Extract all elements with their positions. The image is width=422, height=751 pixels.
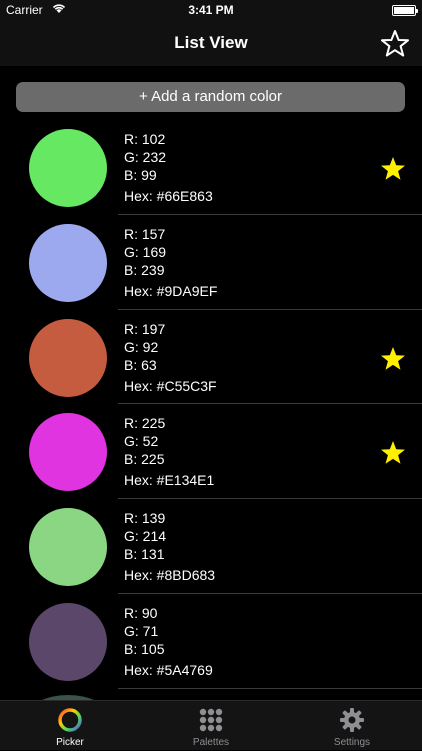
hex-value: Hex: #5A4769	[124, 662, 213, 678]
gear-icon	[339, 707, 365, 733]
rgb-values: R: 225G: 52B: 225	[124, 414, 165, 468]
tab-bar: Picker Palettes S	[0, 700, 422, 750]
color-swatch	[29, 508, 107, 586]
b-value: B: 239	[124, 261, 166, 279]
g-value: G: 71	[124, 622, 164, 640]
r-value: R: 90	[124, 604, 164, 622]
r-value: R: 197	[124, 320, 165, 338]
hex-value: Hex: #8BD683	[124, 567, 215, 583]
favorite-star-icon[interactable]	[380, 346, 406, 372]
favorite-star-icon[interactable]	[380, 156, 406, 182]
row-divider	[118, 688, 422, 689]
add-random-color-button[interactable]: + Add a random color	[16, 82, 405, 112]
rgb-values: R: 139G: 214B: 131	[124, 509, 166, 563]
tab-label: Settings	[282, 737, 422, 748]
color-swatch	[29, 319, 107, 397]
favorite-star-icon[interactable]	[380, 440, 406, 466]
tab-palettes[interactable]: Palettes	[141, 701, 281, 751]
color-row[interactable]: R: 90G: 71B: 105 Hex: #5A4769	[0, 594, 422, 689]
b-value: B: 225	[124, 450, 165, 468]
hex-value: Hex: #E134E1	[124, 472, 214, 488]
b-value: B: 99	[124, 166, 166, 184]
color-row[interactable]: R: 157G: 169B: 239 Hex: #9DA9EF	[0, 215, 422, 310]
page-title: List View	[0, 33, 422, 53]
grid-dots-icon	[198, 707, 224, 733]
hex-value: Hex: #66E863	[124, 188, 213, 204]
tab-picker[interactable]: Picker	[0, 701, 140, 751]
rgb-values: R: 197G: 92B: 63	[124, 320, 165, 374]
color-row[interactable]: R: 197G: 92B: 63 Hex: #C55C3F	[0, 310, 422, 405]
rgb-values: R: 90G: 71B: 105	[124, 604, 164, 658]
color-row[interactable]: R: 102G: 232B: 99 Hex: #66E863	[0, 120, 422, 215]
r-value: R: 157	[124, 225, 166, 243]
battery-icon	[392, 5, 416, 16]
hex-value: Hex: #9DA9EF	[124, 283, 217, 299]
g-value: G: 52	[124, 432, 165, 450]
tab-label: Palettes	[141, 737, 281, 748]
g-value: G: 169	[124, 243, 166, 261]
rgb-values: R: 157G: 169B: 239	[124, 225, 166, 279]
rgb-values: R: 102G: 232B: 99	[124, 130, 166, 184]
r-value: R: 225	[124, 414, 165, 432]
tab-settings[interactable]: Settings	[282, 701, 422, 751]
g-value: G: 92	[124, 338, 165, 356]
color-wheel-icon	[57, 707, 83, 733]
star-outline-icon[interactable]	[378, 27, 412, 61]
color-swatch	[29, 129, 107, 207]
hex-value: Hex: #C55C3F	[124, 378, 217, 394]
navigation-bar: List View	[0, 20, 422, 66]
color-list: R: 102G: 232B: 99 Hex: #66E863 R: 157G: 16…	[0, 120, 422, 689]
clock: 3:41 PM	[0, 3, 422, 17]
g-value: G: 214	[124, 527, 166, 545]
b-value: B: 63	[124, 356, 165, 374]
tab-label: Picker	[0, 737, 140, 748]
color-swatch	[29, 413, 107, 491]
b-value: B: 131	[124, 545, 166, 563]
color-row[interactable]: R: 225G: 52B: 225 Hex: #E134E1	[0, 404, 422, 499]
b-value: B: 105	[124, 640, 164, 658]
g-value: G: 232	[124, 148, 166, 166]
status-bar: Carrier 3:41 PM	[0, 0, 422, 20]
r-value: R: 102	[124, 130, 166, 148]
color-swatch	[29, 224, 107, 302]
color-row[interactable]: R: 139G: 214B: 131 Hex: #8BD683	[0, 499, 422, 594]
color-swatch	[29, 603, 107, 681]
r-value: R: 139	[124, 509, 166, 527]
